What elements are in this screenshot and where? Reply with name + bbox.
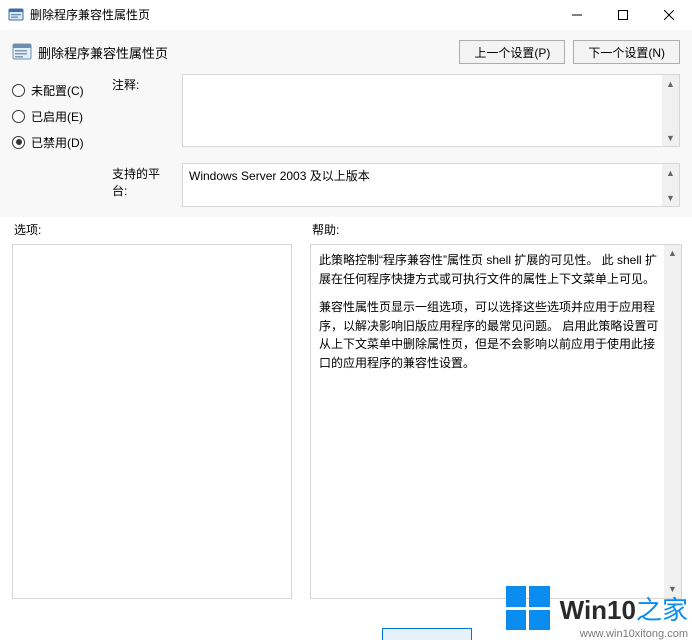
scrollbar[interactable]: ▲ ▼ (662, 164, 679, 206)
next-setting-button[interactable]: 下一个设置(N) (573, 40, 680, 64)
scrollbar[interactable]: ▲ ▼ (662, 75, 679, 146)
options-panel (12, 244, 292, 599)
policy-icon (12, 42, 32, 62)
help-text-2: 兼容性属性页显示一组选项，可以选择这些选项并应用于应用程序，以解决影响旧版应用程… (319, 298, 659, 372)
lower-panels: 选项: 帮助: 此策略控制“程序兼容性”属性页 shell 扩展的可见性。 此 … (0, 217, 692, 599)
minimize-button[interactable] (554, 0, 600, 30)
scroll-up-icon[interactable]: ▲ (662, 75, 679, 92)
watermark-brand: Win10之家 (560, 590, 688, 627)
maximize-button[interactable] (600, 0, 646, 30)
help-text-1: 此策略控制“程序兼容性”属性页 shell 扩展的可见性。 此 shell 扩展… (319, 251, 659, 288)
platform-value: Windows Server 2003 及以上版本 (189, 169, 370, 183)
state-radio-group: 未配置(C) 已启用(E) 已禁用(D) (12, 74, 98, 156)
radio-icon (12, 110, 25, 123)
scroll-down-icon[interactable]: ▼ (662, 129, 679, 146)
window-title: 删除程序兼容性属性页 (30, 6, 150, 23)
help-label: 帮助: (310, 221, 682, 238)
close-button[interactable] (646, 0, 692, 30)
partial-button[interactable] (382, 628, 472, 640)
watermark: Win10之家 www.win10xitong.com (506, 586, 688, 640)
help-panel: 此策略控制“程序兼容性”属性页 shell 扩展的可见性。 此 shell 扩展… (310, 244, 682, 599)
previous-setting-button[interactable]: 上一个设置(P) (459, 40, 565, 64)
radio-label: 已启用(E) (31, 108, 83, 125)
comment-label: 注释: (112, 78, 139, 92)
header-panel: 删除程序兼容性属性页 上一个设置(P) 下一个设置(N) 未配置(C) 已启用(… (0, 30, 692, 217)
scroll-down-icon[interactable]: ▼ (662, 189, 679, 206)
radio-icon (12, 136, 25, 149)
radio-not-configured[interactable]: 未配置(C) (12, 78, 98, 102)
windows-logo-icon (506, 586, 550, 630)
app-icon (8, 7, 24, 23)
options-label: 选项: (12, 221, 292, 238)
comment-textarea[interactable]: ▲ ▼ (182, 74, 680, 147)
radio-enabled[interactable]: 已启用(E) (12, 104, 98, 128)
title-bar: 删除程序兼容性属性页 (0, 0, 692, 30)
policy-title: 删除程序兼容性属性页 (38, 43, 168, 62)
scroll-up-icon[interactable]: ▲ (662, 164, 679, 181)
radio-icon (12, 84, 25, 97)
scroll-up-icon[interactable]: ▲ (664, 245, 681, 262)
supported-platform-box: Windows Server 2003 及以上版本 ▲ ▼ (182, 163, 680, 207)
radio-label: 未配置(C) (31, 82, 84, 99)
radio-label: 已禁用(D) (31, 134, 84, 151)
scrollbar[interactable]: ▲ ▼ (664, 245, 681, 598)
platform-label: 支持的平台: (112, 167, 160, 198)
radio-disabled[interactable]: 已禁用(D) (12, 130, 98, 154)
